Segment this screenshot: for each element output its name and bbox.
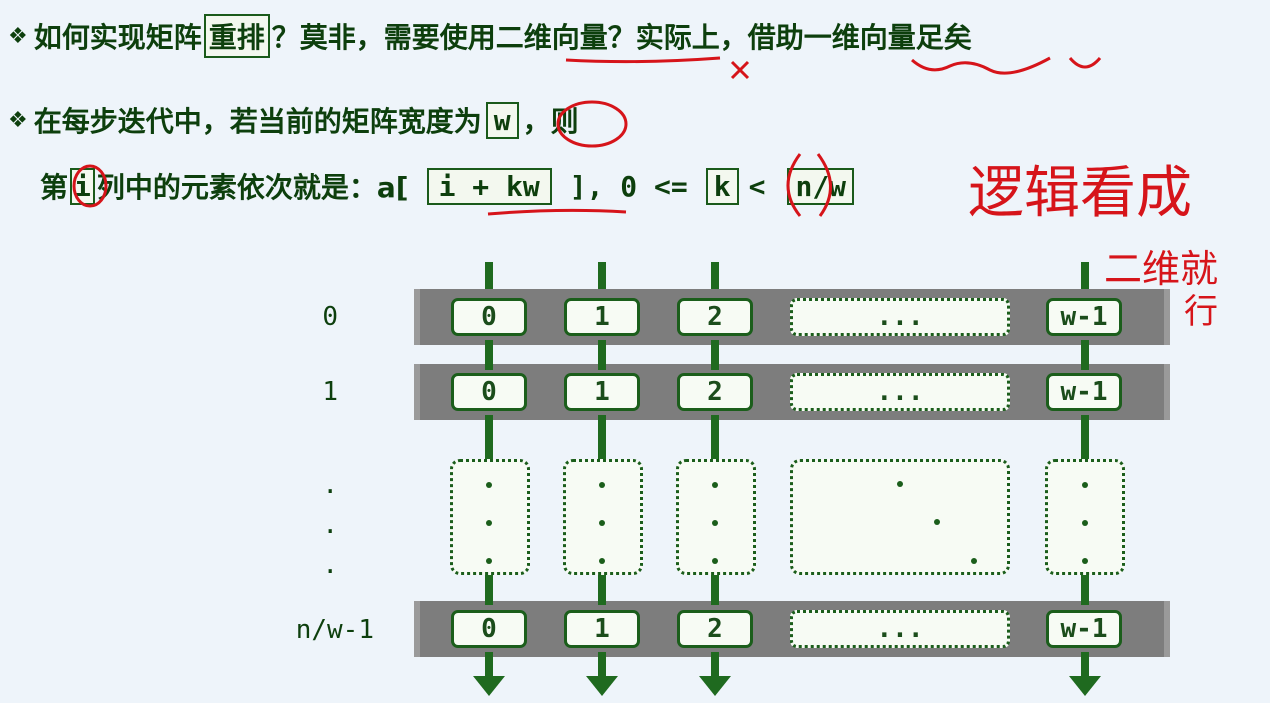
- bullet-icon: ❖: [8, 23, 28, 49]
- cell-r0-c1: 1: [564, 298, 640, 336]
- column-line-seg: [1081, 575, 1089, 605]
- vertical-dot: [486, 520, 492, 526]
- column-line-seg: [1081, 652, 1089, 678]
- line2-pre: 在每步迭代中，若当前的矩阵宽度为: [33, 105, 482, 138]
- cell-rlast-c2: 2: [677, 610, 753, 648]
- column-line-seg: [485, 652, 493, 678]
- diagonal-dot: [971, 558, 977, 564]
- vertical-dot: [1082, 520, 1088, 526]
- line3-boxed-k: k: [705, 167, 739, 205]
- handwritten-note-1: 逻辑看成: [968, 161, 1192, 226]
- handwritten-note-3: 行: [1184, 292, 1218, 332]
- line3-after-expr: ], 0 <=: [569, 169, 688, 203]
- cell-r0-last: w-1: [1046, 298, 1122, 336]
- cell-r0-ellipsis: ...: [790, 298, 1010, 336]
- arrow-down-icon: [473, 676, 505, 696]
- column-line-seg: [598, 415, 606, 460]
- cell-r1-c0: 0: [451, 373, 527, 411]
- column-line-seg: [598, 575, 606, 605]
- row-label-0: 0: [322, 302, 338, 332]
- column-line-seg: [1081, 340, 1089, 370]
- column-line-seg: [1081, 415, 1089, 460]
- column-line-seg: [598, 652, 606, 678]
- line2-post: ，则: [522, 105, 579, 138]
- cell-rlast-last: w-1: [1046, 610, 1122, 648]
- row-label-1: 1: [322, 377, 338, 407]
- line3-pre: 第: [40, 171, 69, 204]
- line2-boxed-w: w: [485, 101, 519, 139]
- vertical-dot: [712, 520, 718, 526]
- cell-r0-c0: 0: [451, 298, 527, 336]
- row-label-dot-2: .: [322, 510, 338, 540]
- column-line-seg: [711, 575, 719, 605]
- line1-post: ？莫非，需要使用二维向量？实际上，借助一维向量足矣: [271, 21, 972, 54]
- cell-r1-c2: 2: [677, 373, 753, 411]
- line3-mid: 列中的元素依次就是：a[: [96, 171, 409, 204]
- row-label-dot-1: .: [322, 470, 338, 500]
- line3-lt: <: [748, 169, 766, 203]
- bullet-icon: ❖: [8, 107, 28, 133]
- vertical-dot: [599, 520, 605, 526]
- line3-boxed-nw: n/w: [787, 167, 855, 205]
- vertical-dot: [599, 482, 605, 488]
- text-line-2: ❖ 在每步迭代中，若当前的矩阵宽度为 w ，则: [8, 100, 579, 140]
- cell-rlast-c1: 1: [564, 610, 640, 648]
- column-line-seg: [711, 340, 719, 370]
- column-line-seg: [711, 415, 719, 460]
- cell-r0-c2: 2: [677, 298, 753, 336]
- cell-r1-ellipsis: ...: [790, 373, 1010, 411]
- diagonal-dot: [897, 481, 903, 487]
- row-label-dot-3: .: [322, 550, 338, 580]
- text-line-1: ❖ 如何实现矩阵 重排 ？莫非，需要使用二维向量？实际上，借助一维向量足矣: [8, 14, 972, 58]
- arrow-down-icon: [1069, 676, 1101, 696]
- vertical-dot: [712, 558, 718, 564]
- line1-boxed-term: 重排: [203, 14, 270, 58]
- arrow-down-icon: [699, 676, 731, 696]
- vertical-dot: [1082, 482, 1088, 488]
- cell-rlast-ellipsis: ...: [790, 610, 1010, 648]
- vertical-dot: [599, 558, 605, 564]
- cell-r1-c1: 1: [564, 373, 640, 411]
- vertical-dot: [486, 482, 492, 488]
- column-line-seg: [485, 340, 493, 370]
- column-line-seg: [485, 575, 493, 605]
- cell-rlast-c0: 0: [451, 610, 527, 648]
- line3-boxed-i: i: [70, 167, 95, 205]
- column-line-seg: [598, 340, 606, 370]
- row-label-last: n/w-1: [295, 615, 374, 645]
- line1-pre: 如何实现矩阵: [33, 21, 202, 54]
- column-line-seg: [711, 652, 719, 678]
- arrow-down-icon: [586, 676, 618, 696]
- vertical-dot: [712, 482, 718, 488]
- vertical-dot: [486, 558, 492, 564]
- column-line-seg: [485, 415, 493, 460]
- line3-boxed-expr: i + kw: [426, 167, 552, 205]
- vertical-dot: [1082, 558, 1088, 564]
- diagonal-dot: [934, 519, 940, 525]
- cell-r1-last: w-1: [1046, 373, 1122, 411]
- text-line-3: 第 i 列中的元素依次就是：a[ i + kw ], 0 <= k < n/w: [40, 166, 858, 206]
- ellipsis-cell-middle: [790, 459, 1010, 575]
